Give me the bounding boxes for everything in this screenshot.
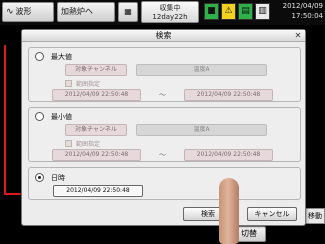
min-range-separator: ～ (159, 151, 166, 159)
min-range-start[interactable]: 2012/04/09 22:50:48 (52, 149, 141, 161)
max-range-label: 範囲指定 (76, 81, 101, 88)
datetime-radio[interactable] (35, 173, 44, 182)
min-channel-value[interactable]: 温度A (136, 124, 267, 136)
user-finger (219, 178, 239, 244)
min-range-checkbox[interactable] (65, 140, 72, 147)
waveform-label: 波形 (15, 7, 32, 16)
memory-icon: ▤ (238, 3, 253, 20)
waveform-button[interactable]: ∿ 波形 (2, 2, 54, 22)
max-value-label: 最大値 (51, 53, 72, 61)
hold-button[interactable]: 加熱炉ヘ (57, 2, 115, 22)
min-value-radio[interactable] (35, 112, 44, 121)
top-toolbar: ∿ 波形 加熱炉ヘ ▦ 収集中 12day22h ■ ⚠ ▤ ▥ 2012/04/… (0, 0, 325, 25)
clock-date: 2012/04/09 (282, 2, 323, 10)
min-range-end[interactable]: 2012/04/09 22:50:48 (184, 149, 273, 161)
max-range-end[interactable]: 2012/04/09 22:50:48 (184, 89, 273, 101)
waveform-trace (4, 45, 6, 195)
display-button[interactable]: ▦ (118, 2, 138, 22)
move-button[interactable]: 移動 (305, 208, 325, 224)
max-range-start[interactable]: 2012/04/09 22:50:48 (52, 89, 141, 101)
storage-icon: ▥ (255, 3, 270, 20)
recording-indicator-icon: ■ (204, 3, 219, 20)
min-value-group: 最小値 対象チャンネル 温度A 範囲指定 2012/04/09 22:50:48… (28, 107, 301, 162)
hold-label: 加熱炉ヘ (61, 7, 93, 16)
datetime-field[interactable]: 2012/04/09 22:50:48 (53, 185, 143, 197)
clock-time: 17:50:04 (291, 12, 323, 20)
grid-icon: ▦ (124, 7, 132, 16)
datetime-group: 日時 2012/04/09 22:50:48 (28, 167, 301, 200)
cancel-button[interactable]: キャンセル (247, 207, 297, 221)
min-value-label: 最小値 (51, 113, 72, 121)
max-range-separator: ～ (159, 91, 166, 99)
status-text: 収集中 (159, 4, 181, 12)
max-value-group: 最大値 対象チャンネル 温度A 範囲指定 2012/04/09 22:50:48… (28, 47, 301, 102)
max-channel-value[interactable]: 温度A (136, 64, 267, 76)
waveform-icon: ∿ (6, 7, 14, 17)
clock: 2012/04/09 17:50:04 (270, 1, 325, 23)
warning-icon: ⚠ (221, 3, 236, 20)
max-value-radio[interactable] (35, 52, 44, 61)
min-channel-button[interactable]: 対象チャンネル (65, 124, 127, 136)
close-icon[interactable]: ✕ (293, 31, 303, 41)
max-channel-button[interactable]: 対象チャンネル (65, 64, 127, 76)
search-dialog: 検索 ✕ 最大値 対象チャンネル 温度A 範囲指定 2012/04/09 22:… (21, 29, 306, 226)
dialog-title: 検索 (22, 30, 305, 42)
acquisition-status: 収集中 12day22h (141, 1, 199, 23)
datetime-label: 日時 (51, 174, 65, 182)
min-range-label: 範囲指定 (76, 141, 101, 148)
max-range-checkbox[interactable] (65, 80, 72, 87)
elapsed-time: 12day22h (152, 13, 188, 21)
